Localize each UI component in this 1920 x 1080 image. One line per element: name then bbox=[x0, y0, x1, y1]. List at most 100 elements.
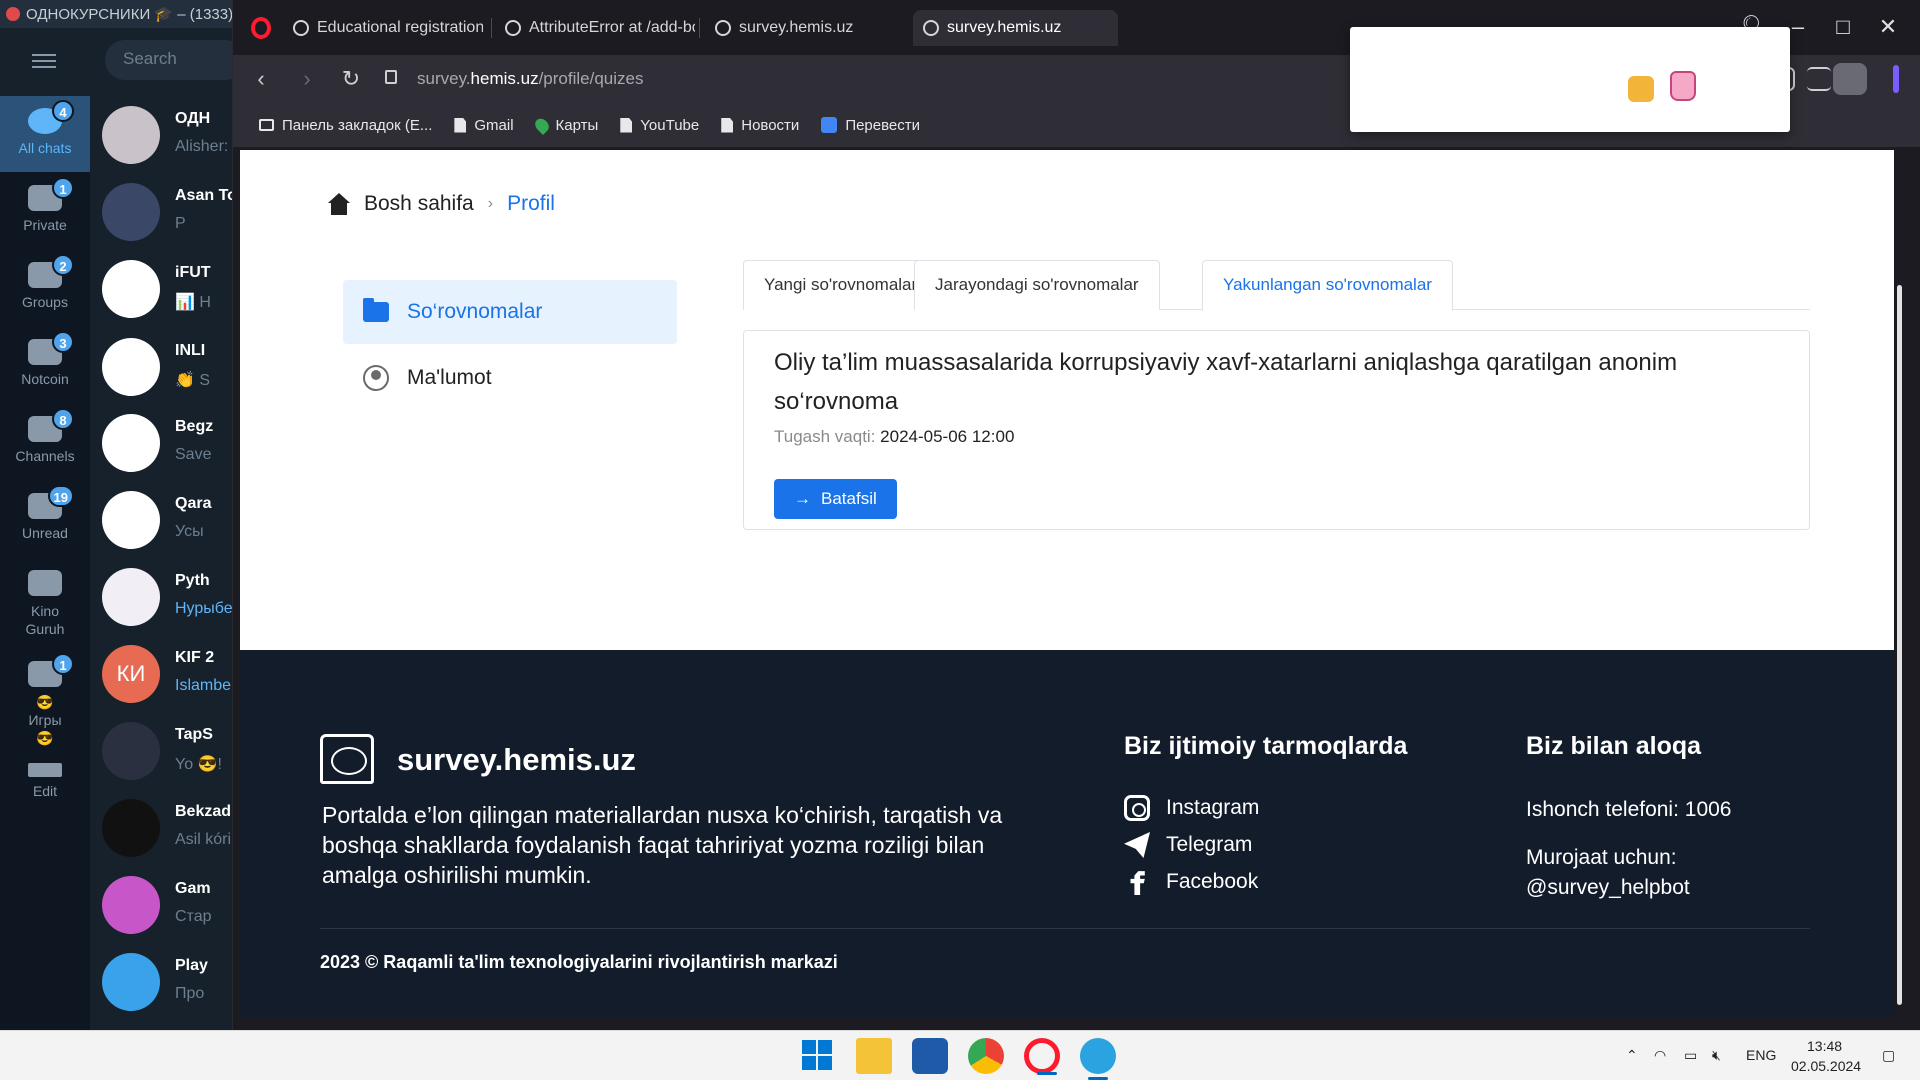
wifi-icon[interactable]: ◠ bbox=[1654, 1047, 1666, 1064]
chat-title: Play bbox=[175, 957, 208, 974]
tab-in-progress-surveys[interactable]: Jarayondagi so'rovnomalar bbox=[914, 260, 1160, 310]
folder-edit[interactable]: Edit bbox=[0, 751, 90, 827]
bookmark-item[interactable]: Карты bbox=[531, 115, 598, 135]
trust-phone: Ishonch telefoni: 1006 bbox=[1526, 798, 1732, 821]
bookmark-label: Gmail bbox=[474, 116, 514, 134]
folder-private[interactable]: 1 Private bbox=[0, 173, 90, 249]
breadcrumb-home[interactable]: Bosh sahifa bbox=[364, 192, 474, 216]
translate-icon bbox=[821, 117, 838, 133]
chat-list-item[interactable]: Pyth Нурыбе bbox=[90, 558, 240, 634]
cat-sticker-icon[interactable] bbox=[1670, 71, 1696, 101]
back-button[interactable]: ‹ bbox=[245, 63, 277, 95]
facebook-link[interactable]: Facebook bbox=[1124, 869, 1258, 895]
breadcrumb: Bosh sahifa › Profil bbox=[328, 192, 555, 216]
profile-icon[interactable] bbox=[1833, 63, 1867, 95]
opera-icon[interactable] bbox=[1024, 1038, 1060, 1075]
globe-icon bbox=[923, 20, 939, 36]
chrome-icon[interactable] bbox=[968, 1038, 1004, 1074]
breadcrumb-current[interactable]: Profil bbox=[507, 192, 555, 216]
chat-preview: Про bbox=[175, 985, 205, 1002]
chat-list-item[interactable]: КИ KIF 2 Islambe bbox=[90, 635, 240, 711]
home-icon[interactable] bbox=[328, 193, 350, 215]
details-button[interactable]: → Batafsil bbox=[774, 479, 897, 519]
facebook-label: Facebook bbox=[1166, 870, 1259, 893]
close-button[interactable]: ✕ bbox=[1873, 12, 1903, 42]
folder-channels[interactable]: 8 Channels bbox=[0, 404, 90, 480]
folder-icon: 1 bbox=[28, 177, 74, 211]
bookmark-item[interactable]: YouTube bbox=[620, 117, 699, 134]
smiley-sticker-icon[interactable] bbox=[1628, 76, 1654, 102]
url-field[interactable]: survey.hemis.uz/profile/quizes bbox=[417, 69, 643, 89]
folder-notcoin[interactable]: 3 Notcoin bbox=[0, 327, 90, 403]
folder-sidebar: 4 All chats 1 Private 2 Groups 3 Notcoin… bbox=[0, 96, 90, 1030]
tab-survey-hemis-1[interactable]: survey.hemis.uz bbox=[705, 10, 905, 46]
tab-new-surveys[interactable]: Yangi so'rovnomalar bbox=[743, 260, 939, 310]
telegram-app-icon[interactable] bbox=[1080, 1038, 1116, 1080]
clock-time[interactable]: 13:48 bbox=[1807, 1038, 1842, 1054]
chat-list-item[interactable]: INLI 👏 S bbox=[90, 328, 240, 404]
reload-button[interactable]: ↻ bbox=[335, 63, 367, 95]
footer-description: Portalda e’lon qilingan materiallardan n… bbox=[322, 802, 1003, 888]
microsoft-store-icon[interactable] bbox=[912, 1038, 948, 1074]
folder-icon bbox=[259, 119, 274, 131]
survey-tabs: Yangi so'rovnomalar Jarayondagi so'rovno… bbox=[743, 260, 1810, 311]
chat-list-item[interactable]: Begz Save bbox=[90, 404, 240, 480]
file-explorer-icon[interactable] bbox=[856, 1038, 892, 1074]
chat-list-item[interactable]: Asan To P bbox=[90, 173, 240, 249]
survey-title: Oliy ta’lim muassasalarida korrupsiyaviy… bbox=[774, 349, 1678, 415]
windows-taskbar: ⌃ ◠ ▭ 🔇︎ ENG 13:48 02.05.2024 ▢ bbox=[0, 1030, 1920, 1080]
chat-avatar bbox=[102, 799, 160, 857]
telegram-label: Telegram bbox=[1166, 833, 1253, 856]
chat-list-item[interactable]: Bekzad Asil kóri bbox=[90, 789, 240, 865]
chat-list-item[interactable]: ОДН Alisher: bbox=[90, 96, 240, 172]
chevron-up-icon[interactable]: ⌃ bbox=[1626, 1047, 1638, 1064]
facebook-icon bbox=[1130, 871, 1145, 895]
chat-list-item[interactable]: iFUT 📊 H bbox=[90, 250, 240, 326]
folder-kino-guruh[interactable]: Kino Guruh bbox=[0, 558, 90, 648]
hamburger-menu-icon[interactable] bbox=[32, 50, 56, 68]
tab-educational-registration[interactable]: Educational registration fo bbox=[283, 10, 483, 46]
chat-list-item[interactable]: TapS Yo 😎! bbox=[90, 712, 240, 788]
language-indicator[interactable]: ENG bbox=[1746, 1047, 1776, 1063]
folder-unread[interactable]: 19 Unread bbox=[0, 481, 90, 557]
telegram-link[interactable]: Telegram bbox=[1124, 832, 1252, 858]
bookmark-item[interactable]: Панель закладок (E... bbox=[259, 117, 432, 134]
chat-avatar bbox=[102, 260, 160, 318]
notifications-icon[interactable]: ▢ bbox=[1882, 1047, 1895, 1064]
telegram-titlebar: ОДНОКУРСНИКИ 🎓 – (1333) bbox=[0, 0, 240, 28]
chat-list-item[interactable]: Gam Стар bbox=[90, 866, 240, 942]
tab-label: survey.hemis.uz bbox=[739, 19, 854, 36]
chat-avatar bbox=[102, 876, 160, 934]
maximize-button[interactable]: □ bbox=[1828, 12, 1858, 42]
folder-games[interactable]: 1 😎Игры😎 bbox=[0, 649, 90, 746]
bookmark-label: Новости bbox=[741, 116, 800, 134]
chat-preview: 👏 S bbox=[175, 372, 211, 389]
page-scrollbar[interactable] bbox=[1897, 285, 1902, 1005]
chat-avatar bbox=[102, 414, 160, 472]
tab-survey-hemis-active[interactable]: survey.hemis.uz bbox=[913, 10, 1118, 46]
forward-button[interactable]: › bbox=[291, 63, 323, 95]
menu-item-surveys[interactable]: So‘rovnomalar bbox=[343, 280, 677, 344]
instagram-link[interactable]: Instagram bbox=[1124, 795, 1259, 821]
tab-attribute-error[interactable]: AttributeError at /add-boo bbox=[495, 10, 695, 46]
instagram-icon bbox=[1124, 795, 1150, 821]
helpbot-contact[interactable]: Murojaat uchun: @survey_helpbot bbox=[1526, 843, 1776, 903]
chat-list-item[interactable]: Qara Усы bbox=[90, 481, 240, 557]
tab-completed-surveys[interactable]: Yakunlangan so'rovnomalar bbox=[1202, 260, 1453, 311]
telegram-search-input[interactable]: Search bbox=[105, 40, 245, 80]
clock-date[interactable]: 02.05.2024 bbox=[1791, 1058, 1861, 1074]
battery-icon[interactable]: ▭ bbox=[1684, 1047, 1697, 1064]
sidebar-toggle[interactable] bbox=[1893, 65, 1899, 93]
menu-item-info[interactable]: Ma'lumot bbox=[343, 346, 677, 410]
easy-setup-icon[interactable] bbox=[1807, 67, 1831, 91]
bookmark-item[interactable]: Перевести bbox=[821, 117, 920, 134]
folder-groups[interactable]: 2 Groups bbox=[0, 250, 90, 326]
bookmark-item[interactable]: Gmail bbox=[454, 116, 514, 134]
opera-logo-icon[interactable] bbox=[251, 17, 271, 39]
speaker-muted-icon[interactable]: 🔇︎ bbox=[1712, 1047, 1721, 1064]
footer-brand[interactable]: survey.hemis.uz bbox=[397, 742, 636, 778]
chat-list-item[interactable]: Play Про bbox=[90, 943, 240, 1019]
folder-all-chats[interactable]: 4 All chats bbox=[0, 96, 90, 172]
windows-start-icon[interactable] bbox=[800, 1038, 836, 1074]
bookmark-item[interactable]: Новости bbox=[721, 117, 799, 134]
